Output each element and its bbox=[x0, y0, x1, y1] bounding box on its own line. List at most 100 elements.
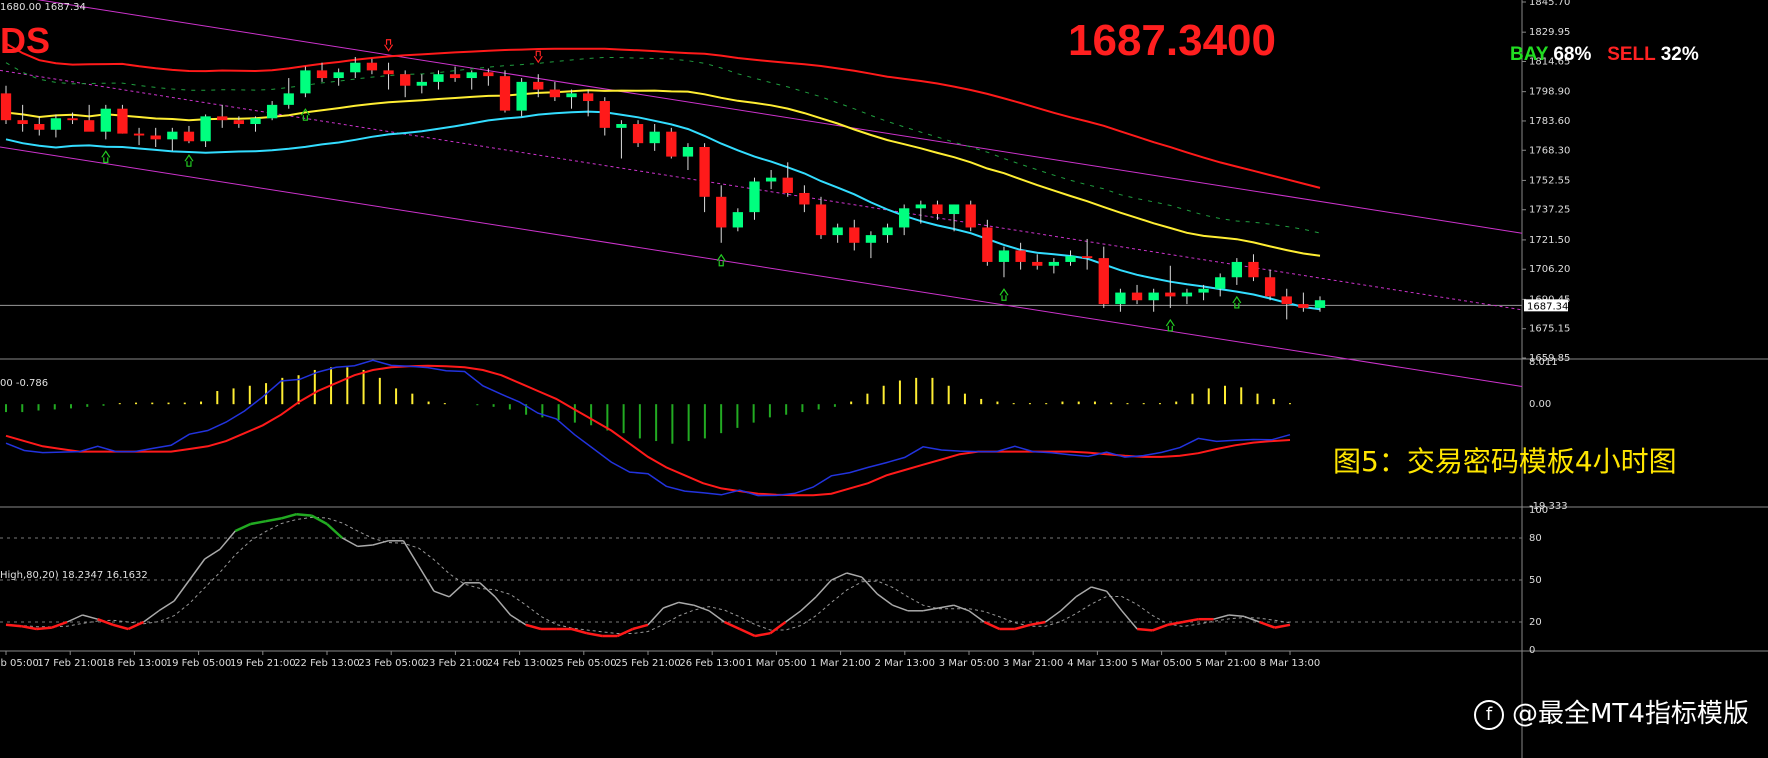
stoch-main-segment bbox=[1137, 627, 1153, 632]
current-price-big: 1687.3400 bbox=[1068, 16, 1276, 65]
stoch-main-segment bbox=[938, 604, 954, 609]
x-tick-label: 19 Feb 05:00 bbox=[166, 658, 232, 669]
candle-body bbox=[1165, 292, 1176, 297]
candle-body bbox=[749, 181, 760, 213]
stoch-main-segment bbox=[923, 607, 939, 612]
stoch-main-segment bbox=[586, 631, 603, 638]
x-tick-label: 22 Feb 13:00 bbox=[294, 658, 360, 669]
stoch-main-segment bbox=[494, 596, 512, 616]
candle-body bbox=[67, 118, 78, 121]
stoch-main-segment bbox=[296, 512, 312, 517]
stoch-main-segment bbox=[188, 558, 206, 581]
candle-body bbox=[1281, 296, 1292, 305]
y-tick-label: 1845.70 bbox=[1529, 0, 1570, 8]
candle-body bbox=[50, 118, 62, 130]
buy-percent: 68% bbox=[1553, 44, 1592, 65]
x-tick-label: 26 Feb 13:00 bbox=[679, 658, 745, 669]
candle-body bbox=[566, 93, 577, 98]
stoch-main-segment bbox=[708, 610, 725, 623]
candle-body bbox=[1032, 261, 1043, 266]
candle-body bbox=[0, 93, 12, 121]
candle-body bbox=[716, 196, 727, 228]
stoch-main-segment bbox=[311, 514, 328, 526]
candle-body bbox=[882, 227, 893, 236]
candle-body bbox=[799, 192, 810, 205]
x-tick-label: 23 Feb 21:00 bbox=[423, 658, 489, 669]
y-tick-label: 1829.95 bbox=[1529, 27, 1570, 38]
candle-body bbox=[84, 120, 95, 132]
stoch-main-segment bbox=[143, 610, 160, 623]
stoch-main-segment bbox=[250, 519, 267, 526]
macd-panel-header: 00 -0.786 bbox=[0, 378, 49, 389]
sell-arrow-icon bbox=[384, 39, 394, 52]
candle-body bbox=[400, 74, 411, 86]
candle-body bbox=[849, 227, 860, 243]
candle-body bbox=[449, 74, 461, 79]
candle-body bbox=[616, 124, 627, 128]
stoch-main-segment bbox=[1105, 590, 1123, 612]
candle-body bbox=[1314, 300, 1326, 308]
stoch-main-segment bbox=[82, 614, 98, 620]
candle-body bbox=[915, 204, 926, 209]
stoch-main-segment bbox=[204, 548, 221, 560]
candle-body bbox=[965, 204, 976, 228]
y-tick-label: 1783.60 bbox=[1529, 116, 1570, 127]
dashed-projection-line bbox=[5, 56, 1321, 234]
candle-body bbox=[1015, 250, 1026, 262]
stoch-main-segment bbox=[754, 631, 771, 638]
stoch-main-segment bbox=[418, 565, 435, 592]
candle-body bbox=[832, 227, 843, 236]
stoch-main-segment bbox=[372, 540, 389, 546]
stoch-main-segment bbox=[234, 522, 252, 533]
stoch-main-segment bbox=[968, 610, 985, 623]
stoch-main-segment bbox=[769, 620, 787, 635]
y-tick-label: 1721.50 bbox=[1529, 235, 1570, 246]
candle-body bbox=[1215, 277, 1226, 289]
stoch-main-segment bbox=[1182, 617, 1199, 624]
candle-body bbox=[865, 235, 877, 243]
stoch-main-segment bbox=[280, 512, 297, 520]
stoch-main-segment bbox=[5, 623, 22, 628]
candle-body bbox=[1181, 292, 1193, 297]
x-tick-label: 16 Feb 05:00 bbox=[0, 658, 39, 669]
watermark: f @最全MT4指标模版 bbox=[1474, 693, 1749, 730]
x-tick-label: 3 Mar 21:00 bbox=[1003, 658, 1063, 669]
candle-body bbox=[316, 70, 328, 79]
stoch-main-segment bbox=[112, 623, 129, 631]
figure-caption: 图5：交易密码模板4小时图 bbox=[1333, 445, 1677, 478]
stoch-y-tick-label: 100 bbox=[1529, 505, 1548, 516]
x-tick-label: 5 Mar 21:00 bbox=[1196, 658, 1256, 669]
stoch-main-segment bbox=[66, 614, 83, 623]
main-panel-header: 1680.00 1687.34 bbox=[0, 2, 86, 13]
stoch-main-segment bbox=[341, 537, 358, 548]
candle-body bbox=[649, 131, 660, 144]
stoch-main-segment bbox=[158, 600, 175, 612]
buy-arrow-icon bbox=[184, 154, 194, 167]
x-tick-label: 25 Feb 05:00 bbox=[551, 658, 617, 669]
candle-body bbox=[1048, 261, 1060, 266]
candle-body bbox=[682, 147, 694, 157]
macd-main-line bbox=[5, 359, 1291, 497]
y-tick-label: 1675.15 bbox=[1529, 324, 1570, 335]
x-tick-label: 24 Feb 13:00 bbox=[487, 658, 553, 669]
stoch-main-segment bbox=[1243, 615, 1260, 623]
candle-body bbox=[1264, 277, 1276, 297]
stoch-main-segment bbox=[1121, 610, 1138, 630]
current-price-tag: 1687.34 bbox=[1527, 301, 1568, 312]
candle-body bbox=[266, 104, 278, 119]
stoch-main-segment bbox=[876, 593, 894, 606]
stoch-main-segment bbox=[663, 601, 679, 609]
candle-body bbox=[1115, 292, 1126, 305]
stoch-main-segment bbox=[1029, 620, 1046, 627]
x-tick-label: 23 Feb 05:00 bbox=[358, 658, 424, 669]
y-tick-label: 1737.25 bbox=[1529, 205, 1570, 216]
y-tick-label: 1706.20 bbox=[1529, 264, 1570, 275]
watermark-logo-icon: f bbox=[1474, 699, 1504, 730]
candle-body bbox=[350, 62, 361, 73]
candle-body bbox=[300, 70, 311, 94]
candle-body bbox=[982, 227, 993, 262]
candle-body bbox=[1081, 256, 1093, 259]
stoch-y-tick-label: 50 bbox=[1529, 575, 1542, 586]
candle-body bbox=[1248, 261, 1259, 278]
stoch-signal-line bbox=[5, 516, 1291, 634]
